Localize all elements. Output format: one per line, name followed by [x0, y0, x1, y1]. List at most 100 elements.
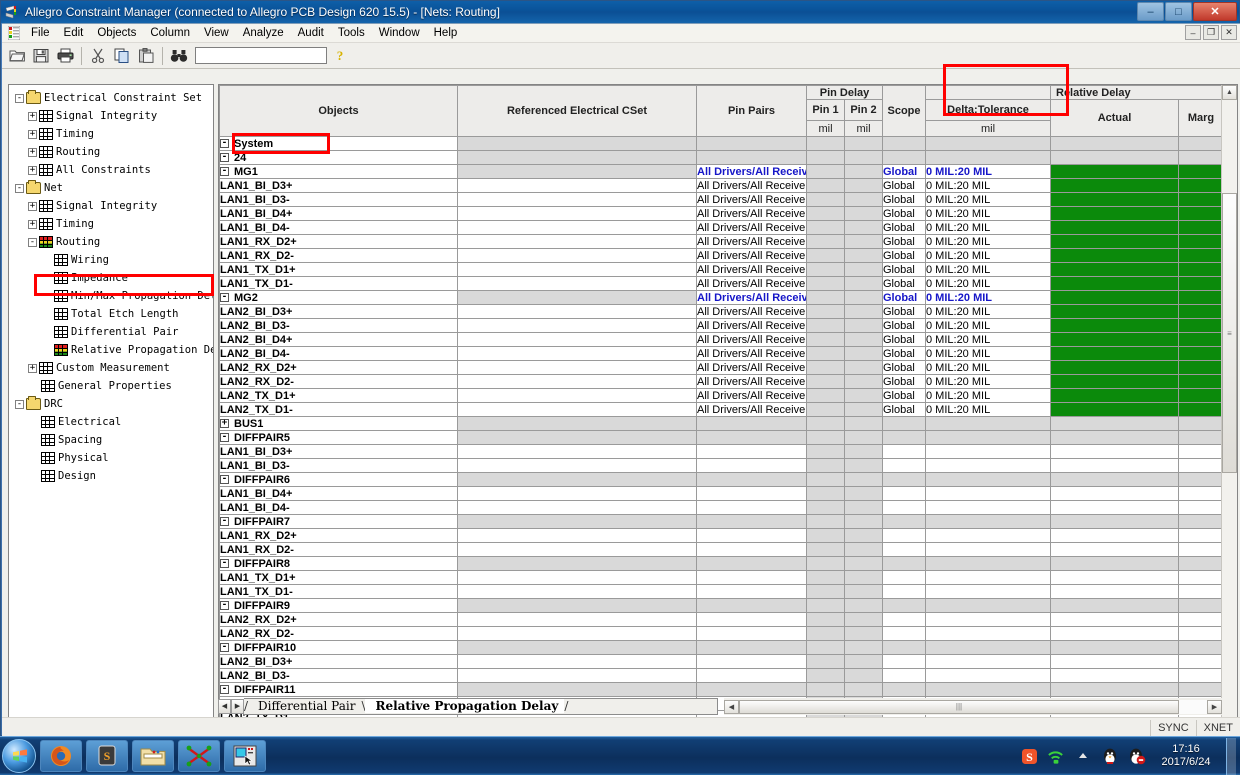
show-desktop-button[interactable] — [1226, 737, 1236, 775]
row-collapse-toggle[interactable]: - — [220, 601, 229, 611]
cell-pin2[interactable] — [844, 360, 883, 375]
maximize-button[interactable]: □ — [1165, 2, 1192, 21]
cell-pin-pairs[interactable]: All Drivers/All Receivers — [696, 262, 807, 277]
taskbar-item-explorer[interactable] — [132, 740, 174, 772]
cell-delta-tolerance[interactable] — [925, 556, 1051, 571]
cell-actual[interactable] — [1050, 416, 1179, 431]
cell-margin[interactable] — [1177, 430, 1225, 445]
table-row[interactable]: LAN2_RX_D2+ — [219, 612, 1225, 627]
cell-scope[interactable] — [882, 514, 926, 529]
cell-delta-tolerance[interactable] — [925, 626, 1051, 641]
cell-actual[interactable] — [1050, 542, 1179, 557]
table-row[interactable]: + BUS1 — [219, 416, 1225, 431]
tree-collapse-toggle[interactable]: - — [15, 93, 24, 103]
cell-actual[interactable] — [1050, 626, 1179, 641]
cell-object[interactable]: LAN1_BI_D3+ — [219, 444, 458, 459]
cell-margin[interactable] — [1177, 290, 1225, 305]
tree-item-timing[interactable]: + Timing — [13, 125, 213, 143]
cell-object[interactable]: + BUS1 — [219, 416, 458, 431]
cell-object[interactable]: -24 — [219, 150, 458, 165]
cell-object[interactable]: LAN1_BI_D3+ — [219, 178, 458, 193]
menu-analyze[interactable]: Analyze — [236, 25, 291, 41]
cell-margin[interactable] — [1177, 542, 1225, 557]
tree-item-design[interactable]: Design — [13, 467, 213, 485]
cell-delta-tolerance[interactable]: 0 MIL:20 MIL — [925, 220, 1051, 235]
tree-item-electrical[interactable]: Electrical — [13, 413, 213, 431]
cell-pin1[interactable] — [806, 402, 845, 417]
table-row[interactable]: - MG2 All Drivers/All Receiv... Global 0 MIL… — [219, 290, 1225, 305]
cell-referenced-cset[interactable] — [457, 472, 697, 487]
cell-pin2[interactable] — [844, 472, 883, 487]
cell-margin[interactable] — [1177, 136, 1225, 151]
cell-referenced-cset[interactable] — [457, 304, 697, 319]
cell-scope[interactable] — [882, 682, 926, 697]
table-row[interactable]: LAN2_BI_D4+ All Drivers/All Receivers Glob… — [219, 332, 1225, 347]
row-collapse-toggle[interactable]: - — [220, 517, 229, 527]
cell-referenced-cset[interactable] — [457, 248, 697, 263]
cell-delta-tolerance[interactable] — [925, 612, 1051, 627]
cell-delta-tolerance[interactable] — [925, 150, 1051, 165]
cell-object[interactable]: LAN1_BI_D3- — [219, 458, 458, 473]
cell-pin-pairs[interactable] — [696, 542, 807, 557]
tree-expand-toggle[interactable]: + — [28, 165, 37, 175]
grid-hscroll-track[interactable]: ||| — [739, 699, 1207, 714]
cell-margin[interactable] — [1177, 374, 1225, 389]
table-row[interactable]: - DIFFPAIR11 — [219, 682, 1225, 697]
cell-pin-pairs[interactable] — [696, 430, 807, 445]
cell-referenced-cset[interactable] — [457, 206, 697, 221]
minimize-button[interactable]: – — [1137, 2, 1164, 21]
cell-delta-tolerance[interactable]: 0 MIL:20 MIL — [925, 192, 1051, 207]
menu-edit[interactable]: Edit — [57, 25, 91, 41]
cell-pin2[interactable] — [844, 234, 883, 249]
cell-pin-pairs[interactable]: All Drivers/All Receiv... — [696, 290, 807, 305]
cell-margin[interactable] — [1177, 570, 1225, 585]
cell-margin[interactable] — [1177, 416, 1225, 431]
table-row[interactable]: LAN1_RX_D2+ All Drivers/All Receivers Glob… — [219, 234, 1225, 249]
cell-pin1[interactable] — [806, 500, 845, 515]
cell-referenced-cset[interactable] — [457, 360, 697, 375]
cell-actual[interactable] — [1050, 192, 1179, 207]
table-row[interactable]: LAN2_TX_D1- All Drivers/All Receivers Glob… — [219, 402, 1225, 417]
cell-delta-tolerance[interactable] — [925, 584, 1051, 599]
cell-actual[interactable] — [1050, 262, 1179, 277]
cell-object[interactable]: - System — [219, 136, 458, 151]
cell-referenced-cset[interactable] — [457, 654, 697, 669]
close-button[interactable]: ✕ — [1193, 2, 1237, 21]
taskbar-item-sogou[interactable]: S — [86, 740, 128, 772]
cell-object[interactable]: - MG1 — [219, 164, 458, 179]
cell-pin-pairs[interactable] — [696, 626, 807, 641]
table-row[interactable]: -24 — [219, 150, 1225, 165]
tree-item-all-constraints[interactable]: + All Constraints — [13, 161, 213, 179]
cell-referenced-cset[interactable] — [457, 318, 697, 333]
cell-object[interactable]: LAN2_BI_D4+ — [219, 332, 458, 347]
cell-object[interactable]: LAN1_BI_D4+ — [219, 486, 458, 501]
cell-actual[interactable] — [1050, 318, 1179, 333]
cell-pin1[interactable] — [806, 290, 845, 305]
tree-item-custom-measurement[interactable]: + Custom Measurement — [13, 359, 213, 377]
cell-object[interactable]: LAN2_BI_D3+ — [219, 304, 458, 319]
cell-scope[interactable]: Global — [882, 290, 926, 305]
cell-object[interactable]: - DIFFPAIR10 — [219, 640, 458, 655]
cell-pin2[interactable] — [844, 416, 883, 431]
taskbar-item-allegro-pcb[interactable] — [178, 740, 220, 772]
cell-delta-tolerance[interactable]: 0 MIL:20 MIL — [925, 234, 1051, 249]
cell-delta-tolerance[interactable] — [925, 430, 1051, 445]
cell-pin1[interactable] — [806, 416, 845, 431]
cell-pin1[interactable] — [806, 486, 845, 501]
cell-pin2[interactable] — [844, 626, 883, 641]
cell-pin2[interactable] — [844, 276, 883, 291]
cell-object[interactable]: LAN2_BI_D4- — [219, 346, 458, 361]
cell-actual[interactable] — [1050, 164, 1179, 179]
cell-margin[interactable] — [1177, 472, 1225, 487]
cell-actual[interactable] — [1050, 598, 1179, 613]
cell-pin2[interactable] — [844, 612, 883, 627]
cell-pin1[interactable] — [806, 528, 845, 543]
cell-actual[interactable] — [1050, 458, 1179, 473]
cell-delta-tolerance[interactable]: 0 MIL:20 MIL — [925, 388, 1051, 403]
cell-scope[interactable] — [882, 640, 926, 655]
cell-pin1[interactable] — [806, 220, 845, 235]
cell-pin-pairs[interactable]: All Drivers/All Receivers — [696, 318, 807, 333]
cell-pin2[interactable] — [844, 318, 883, 333]
cell-pin-pairs[interactable] — [696, 584, 807, 599]
cell-delta-tolerance[interactable] — [925, 682, 1051, 697]
